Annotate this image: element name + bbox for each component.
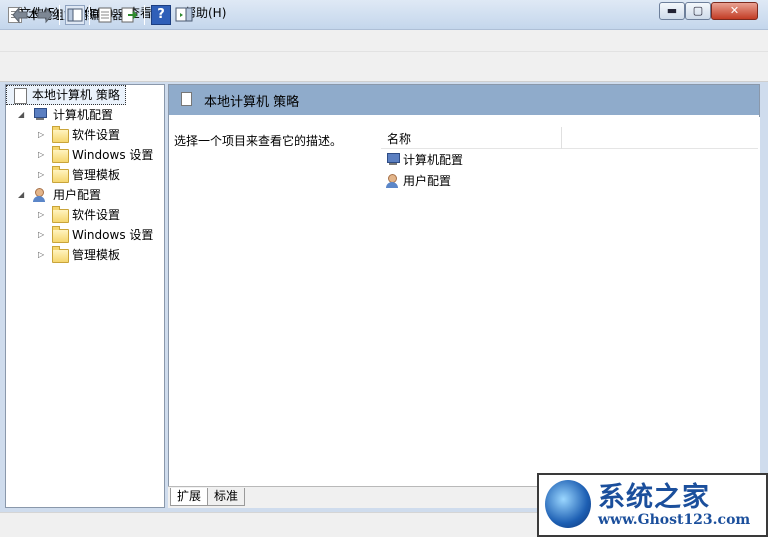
folder-icon (52, 246, 69, 263)
tree-item-computer-software[interactable]: ▷ 软件设置 (12, 125, 162, 145)
toolbar-separator (89, 5, 90, 25)
tree-item-label: 管理模板 (72, 248, 121, 262)
tree-item-label: 管理模板 (72, 168, 121, 182)
close-button[interactable]: ✕ (711, 2, 758, 20)
column-header-name[interactable]: 名称 (387, 130, 411, 147)
tree-item-user-software[interactable]: ▷ 软件设置 (12, 205, 162, 225)
list-item-computer-config[interactable]: 计算机配置 (384, 150, 584, 170)
collapsed-triangle-icon[interactable]: ▷ (38, 131, 45, 139)
user-icon (32, 188, 47, 202)
show-action-pane-icon[interactable] (174, 5, 194, 25)
tree-item-user-admin-templates[interactable]: ▷ 管理模板 (12, 245, 162, 265)
tab-extended[interactable]: 扩展 (170, 488, 209, 506)
computer-icon (32, 108, 47, 121)
list-item-label: 计算机配置 (403, 153, 464, 167)
computer-icon (385, 153, 400, 166)
tree-item-user-config[interactable]: ◢ 用户配置 (12, 185, 162, 205)
tree-item-root[interactable]: 本地计算机 策略 (12, 85, 162, 105)
column-divider[interactable] (561, 127, 562, 149)
collapsed-triangle-icon[interactable]: ▷ (38, 231, 45, 239)
collapsed-triangle-icon[interactable]: ▷ (38, 211, 45, 219)
policy-doc-icon (14, 88, 27, 104)
user-icon (385, 174, 400, 188)
tree-item-computer-windows[interactable]: ▷ Windows 设置 (12, 145, 162, 165)
collapsed-triangle-icon[interactable]: ▷ (38, 151, 45, 159)
tree-item-user-windows[interactable]: ▷ Windows 设置 (12, 225, 162, 245)
export-list-icon[interactable] (119, 5, 139, 25)
watermark-title: 系统之家 (598, 482, 710, 513)
tree-item-computer-config[interactable]: ◢ 计算机配置 (12, 105, 162, 125)
properties-icon[interactable] (95, 5, 115, 25)
policy-doc-icon (181, 92, 192, 106)
details-header-title: 本地计算机 策略 (204, 95, 300, 110)
back-arrow-icon[interactable] (11, 5, 31, 25)
tree-item-label: Windows 设置 (72, 228, 154, 242)
show-hide-tree-icon[interactable] (65, 5, 85, 25)
menu-bar (0, 30, 768, 52)
maximize-button[interactable]: ▢ (685, 2, 711, 20)
tree-item-computer-admin-templates[interactable]: ▷ 管理模板 (12, 165, 162, 185)
description-text: 选择一个项目来查看它的描述。 (174, 134, 343, 148)
tree-item-label: 计算机配置 (53, 108, 114, 122)
minimize-button[interactable]: ▬ (659, 2, 685, 20)
folder-icon (52, 126, 69, 143)
list-item-user-config[interactable]: 用户配置 (384, 171, 584, 191)
tree-item-label: 本地计算机 策略 (32, 88, 120, 102)
toolbar (0, 52, 768, 82)
folder-icon (52, 166, 69, 183)
expanded-triangle-icon[interactable]: ◢ (18, 191, 25, 199)
toolbar-separator (59, 5, 60, 25)
tree-item-label: Windows 设置 (72, 148, 154, 162)
watermark-logo (545, 480, 591, 528)
column-header-row (381, 127, 758, 149)
help-icon[interactable]: ? (151, 5, 171, 25)
list-item-label: 用户配置 (403, 174, 452, 188)
tree-item-label: 软件设置 (72, 128, 121, 142)
folder-icon (52, 206, 69, 223)
toolbar-separator (144, 5, 145, 25)
tab-standard[interactable]: 标准 (207, 488, 246, 506)
folder-icon (52, 226, 69, 243)
tree-item-label: 软件设置 (72, 208, 121, 222)
collapsed-triangle-icon[interactable]: ▷ (38, 171, 45, 179)
forward-arrow-icon[interactable] (34, 5, 54, 25)
folder-icon (52, 146, 69, 163)
collapsed-triangle-icon[interactable]: ▷ (38, 251, 45, 259)
watermark-url: www.Ghost123.com (598, 512, 751, 528)
expanded-triangle-icon[interactable]: ◢ (18, 111, 25, 119)
tree-item-label: 用户配置 (53, 188, 102, 202)
